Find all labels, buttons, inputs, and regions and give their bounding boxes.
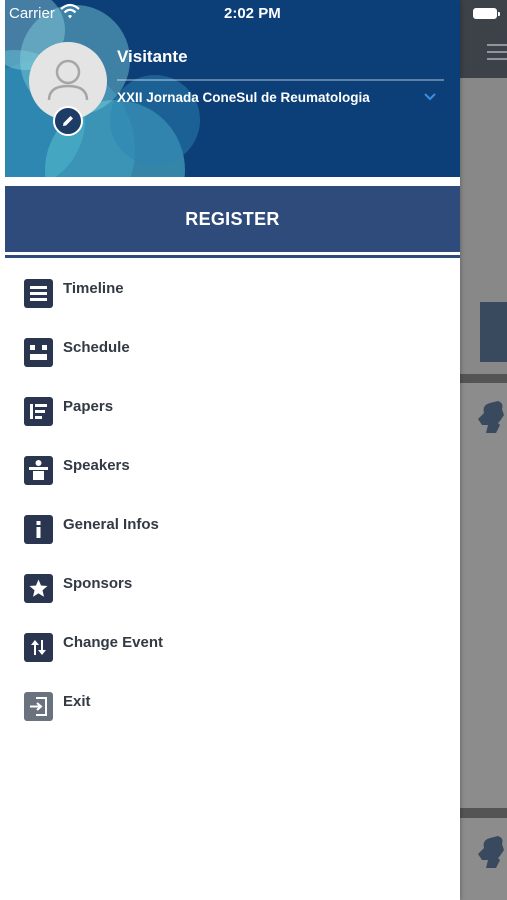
papers-icon [24,397,53,426]
menu-item-label: Timeline [63,280,124,297]
menu-item-label: Papers [63,398,114,415]
menu-item-label: Schedule [63,339,130,356]
hamburger-menu-icon[interactable] [487,44,507,60]
star-icon [24,574,53,603]
edit-profile-button[interactable] [53,106,83,136]
background-block [480,302,507,362]
divider [5,255,460,258]
menu-item-sponsors[interactable]: Sponsors [0,554,460,613]
status-bar: Carrier 2:02 PM [0,0,460,28]
schedule-icon [24,338,53,367]
menu-item-change-event[interactable]: Change Event [0,613,460,672]
menu-item-schedule[interactable]: Schedule [0,318,460,377]
chevron-down-icon[interactable] [423,92,437,102]
info-icon [24,515,53,544]
battery-icon [473,8,500,19]
menu-item-papers[interactable]: Papers [0,377,460,436]
menu-item-label: General Infos [63,516,159,533]
clock: 2:02 PM [224,5,281,22]
event-selector[interactable]: XXII Jornada ConeSul de Reumatologia [117,90,370,105]
background-divider [460,808,507,818]
menu-item-label: Speakers [63,457,130,474]
menu-item-timeline[interactable]: Timeline [0,259,460,318]
menu-item-speakers[interactable]: Speakers [0,436,460,495]
spacer [5,177,460,184]
register-button[interactable]: REGISTER [5,186,460,252]
background-divider [460,374,507,383]
speaker-avatar-icon [478,401,504,433]
pencil-icon [63,116,73,126]
menu-item-label: Sponsors [63,575,133,592]
menu-item-general-infos[interactable]: General Infos [0,495,460,554]
menu-item-label: Exit [63,693,91,710]
divider [117,79,444,81]
menu-item-label: Change Event [63,634,164,651]
side-drawer: Visitante XXII Jornada ConeSul de Reumat… [0,0,460,900]
swap-arrows-icon [24,633,53,662]
user-name: Visitante [117,47,188,66]
speakers-icon [24,456,53,485]
menu-item-exit[interactable]: Exit [0,672,460,731]
wifi-icon [60,3,80,19]
carrier-label: Carrier [9,5,55,22]
exit-icon [24,692,53,721]
background-app [460,0,507,900]
speaker-avatar-icon [478,836,504,868]
timeline-icon [24,279,53,308]
